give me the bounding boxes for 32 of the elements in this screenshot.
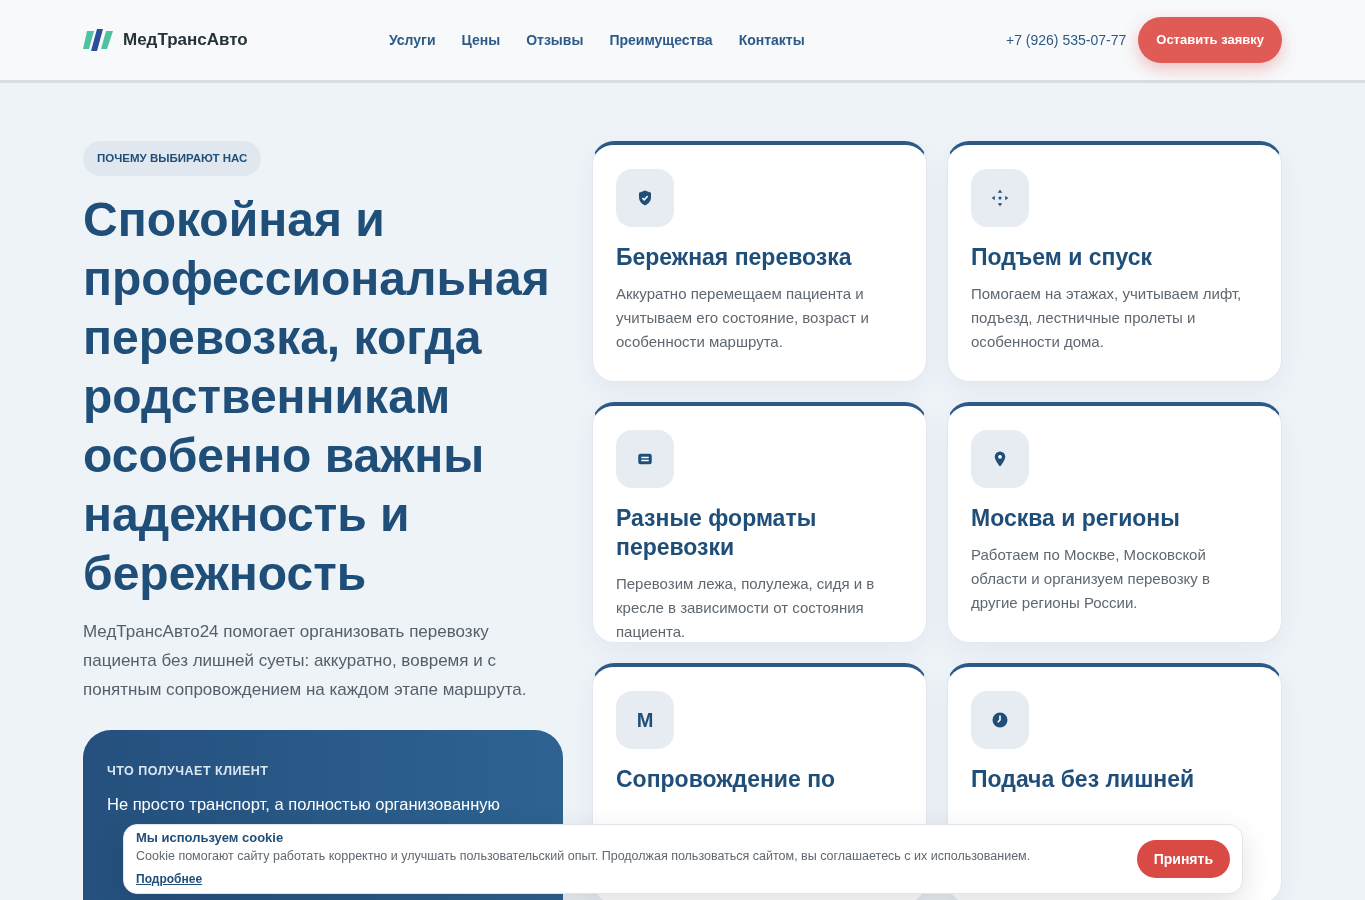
- card-text: Помогаем на этажах, учитываем лифт, подъезд, лестничные пролеты и особенности дома.: [971, 284, 1243, 352]
- client-box-label: ЧТО ПОЛУЧАЕТ КЛИЕНТ: [107, 763, 270, 781]
- card-title: Москва и регионы: [971, 504, 1181, 533]
- card-title: Подача без лишней: [971, 765, 1196, 794]
- cookie-text: Cookie помогают сайту работать корректно и улучшать пользовательский опыт. Продолжая пользоваться сайтом, вы соглашаетесь с их использованием.: [136, 848, 1031, 866]
- card-text: Аккуратно перемещаем пациента и учитываем его состояние, возраст и особенности маршрута.: [616, 284, 870, 352]
- letter-icon: М: [636, 710, 654, 730]
- card-text: Перевозим лежа, полулежа, сидя и в кресле в зависимости от состояния пациента.: [616, 574, 876, 642]
- client-box-text: Не просто транспорт, а полностью организованную: [107, 794, 500, 815]
- nav-link[interactable]: Отзывы: [526, 29, 584, 51]
- logo-icon: [83, 27, 115, 53]
- clock-icon: [991, 711, 1009, 729]
- hero-heading: Спокойная и профессиональная перевозка, когда родственникам особенно важны надежность и бережность: [83, 192, 551, 603]
- card-title: Разные форматы перевозки: [616, 504, 818, 562]
- card-text: Работаем по Москве, Московской области и организуем перевозку в другие регионы России.: [971, 545, 1211, 613]
- phone-link[interactable]: +7 (926) 535-07-77: [1006, 29, 1127, 51]
- nav-link[interactable]: Цены: [461, 29, 501, 51]
- request-button[interactable]: Оставить заявку: [1138, 17, 1282, 63]
- card-title: Сопровождение по: [616, 765, 837, 794]
- card-title: Бережная перевозка: [616, 243, 853, 272]
- section-badge: ПОЧЕМУ ВЫБИРАЮТ НАС: [83, 141, 262, 177]
- accept-button[interactable]: Принять: [1136, 840, 1230, 878]
- nav-link[interactable]: Преимущества: [609, 29, 713, 51]
- logo-text: МедТрансАвто: [123, 29, 248, 52]
- nav-link[interactable]: Услуги: [389, 29, 436, 51]
- hero-lead: МедТрансАвто24 помогает организовать перевозку пациента без лишней суеты: аккуратно, вовремя и с понятным сопровождением на каждом этапе маршрута.: [83, 621, 528, 702]
- nav-link[interactable]: Контакты: [738, 29, 805, 51]
- cookie-title: Мы используем cookie: [136, 828, 284, 847]
- arrows-icon: [991, 189, 1009, 207]
- shield-icon: [636, 189, 654, 207]
- card-title: Подъем и спуск: [971, 243, 1153, 272]
- more-link[interactable]: Подробнее: [136, 872, 203, 887]
